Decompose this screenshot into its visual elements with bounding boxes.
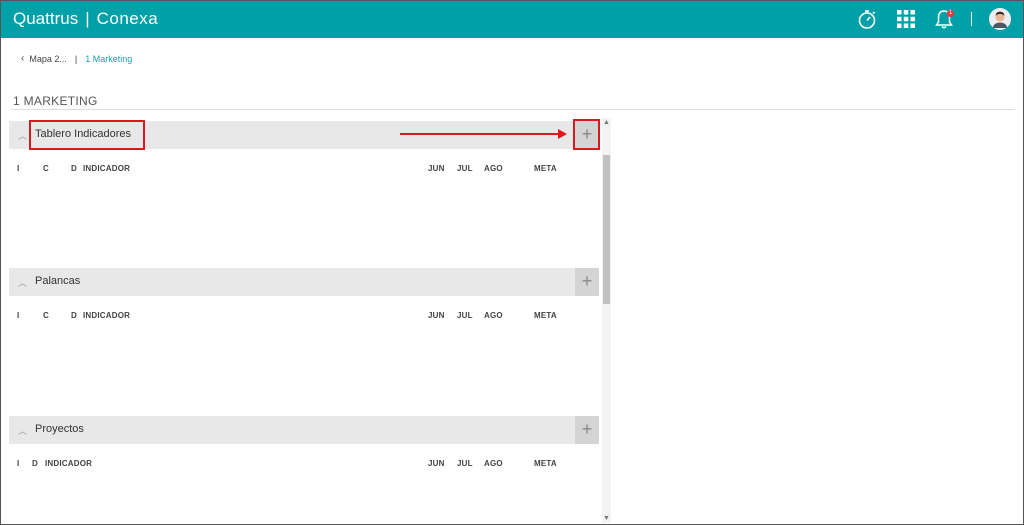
breadcrumb-back-link[interactable]: ‹ Mapa 2... bbox=[21, 53, 67, 64]
column-header: JUL bbox=[457, 311, 473, 320]
column-header: I bbox=[17, 164, 20, 173]
scroll-down-icon[interactable]: ▼ bbox=[602, 514, 611, 523]
column-header: AGO bbox=[484, 311, 503, 320]
breadcrumb-current[interactable]: 1 Marketing bbox=[85, 54, 132, 64]
stopwatch-icon[interactable] bbox=[856, 8, 878, 30]
apps-grid-icon[interactable] bbox=[895, 8, 917, 30]
chevron-up-icon[interactable]: ︿ bbox=[18, 276, 27, 289]
column-header: D bbox=[32, 459, 38, 468]
brand-separator: | bbox=[85, 9, 90, 28]
column-header: META bbox=[534, 459, 557, 468]
column-header: JUN bbox=[428, 459, 445, 468]
section-title: Palancas bbox=[35, 275, 81, 287]
brand-name: Quattrus bbox=[13, 9, 79, 28]
column-header: JUN bbox=[428, 164, 445, 173]
avatar[interactable] bbox=[989, 8, 1011, 30]
title-divider bbox=[11, 109, 1015, 110]
column-header: INDICADOR bbox=[83, 311, 131, 320]
annotation-arrow bbox=[400, 133, 560, 135]
column-header: AGO bbox=[484, 459, 503, 468]
column-header: JUL bbox=[457, 459, 473, 468]
column-header: C bbox=[43, 311, 49, 320]
column-header: D bbox=[71, 164, 77, 173]
brand-logo[interactable]: Quattrus | Conexa bbox=[13, 9, 158, 29]
scroll-up-icon[interactable]: ▲ bbox=[602, 118, 611, 127]
page-title: 1 MARKETING bbox=[13, 94, 98, 108]
scrollbar-thumb[interactable] bbox=[603, 155, 610, 304]
app-name: Conexa bbox=[96, 9, 159, 28]
column-header: JUL bbox=[457, 164, 473, 173]
add-palanca-button[interactable]: + bbox=[575, 268, 599, 296]
column-header: JUN bbox=[428, 311, 445, 320]
user-avatar-icon bbox=[989, 8, 1011, 30]
column-header: AGO bbox=[484, 164, 503, 173]
scrollbar[interactable]: ▲ ▼ bbox=[602, 118, 611, 523]
highlight-box-title bbox=[29, 120, 145, 150]
notification-badge: 1 bbox=[947, 10, 954, 17]
column-header: INDICADOR bbox=[45, 459, 93, 468]
section-header[interactable]: ︿ Palancas + bbox=[9, 268, 599, 296]
column-header: META bbox=[534, 311, 557, 320]
column-header: I bbox=[17, 311, 20, 320]
chevron-left-icon: ‹ bbox=[21, 53, 25, 64]
column-header: META bbox=[534, 164, 557, 173]
section-title: Proyectos bbox=[35, 423, 84, 435]
column-header: D bbox=[71, 311, 77, 320]
column-header: I bbox=[17, 459, 20, 468]
annotation-arrow-head bbox=[558, 129, 567, 139]
breadcrumb-back-label: Mapa 2... bbox=[29, 53, 67, 64]
highlight-box-add-button bbox=[573, 119, 600, 150]
section-header[interactable]: ︿ Proyectos + bbox=[9, 416, 599, 444]
column-header: INDICADOR bbox=[83, 164, 131, 173]
breadcrumb: ‹ Mapa 2... | 1 Marketing bbox=[21, 53, 132, 64]
column-header: C bbox=[43, 164, 49, 173]
chevron-up-icon[interactable]: ︿ bbox=[18, 424, 27, 437]
header-divider bbox=[971, 12, 972, 26]
chevron-up-icon[interactable]: ︿ bbox=[18, 129, 27, 142]
add-proyecto-button[interactable]: + bbox=[575, 416, 599, 444]
top-bar: Quattrus | Conexa 1 bbox=[1, 1, 1023, 38]
breadcrumb-divider: | bbox=[74, 53, 78, 64]
